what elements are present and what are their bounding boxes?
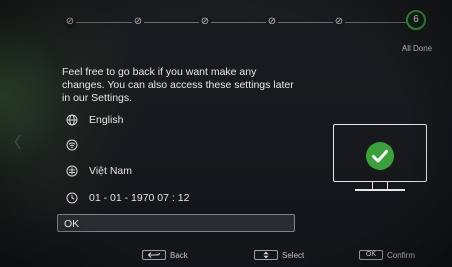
hint-back-label: Back [170, 250, 188, 260]
summary-language-row: English [66, 112, 123, 128]
clock-icon [66, 192, 78, 204]
back-arrow-glyph [147, 252, 160, 258]
hint-confirm: OK Confirm [359, 250, 415, 260]
up-down-icon [254, 250, 278, 260]
chevron-left-icon [14, 134, 21, 150]
globe-icon [66, 114, 78, 126]
step-1-check-icon: ⊘ [64, 16, 76, 28]
language-value: English [89, 114, 124, 126]
hint-confirm-label: Confirm [387, 250, 416, 260]
setup-complete-screen: ⊘ ⊘ ⊘ ⊘ ⊘ 6 All Done Feel free to go bac… [0, 0, 452, 267]
step-5-check-icon: ⊘ [333, 16, 345, 28]
wifi-icon [66, 139, 78, 151]
step-2-check-icon: ⊘ [132, 16, 144, 28]
up-down-glyph [263, 251, 269, 259]
hint-select-label: Select [282, 250, 305, 260]
ok-button[interactable]: OK [57, 214, 295, 232]
step-6-label: All Done [401, 44, 433, 53]
summary-network-row [66, 137, 89, 153]
back-arrow-icon [142, 250, 166, 260]
ok-key-icon: OK [359, 250, 383, 260]
summary-datetime-row: 01 - 01 - 1970 07 : 12 [66, 190, 189, 206]
monitor-check-icon [366, 142, 394, 170]
stepper-track [70, 22, 416, 23]
completion-message: Feel free to go back if you want make an… [62, 66, 294, 104]
step-6-active-indicator: 6 [406, 10, 426, 30]
datetime-value: 01 - 01 - 1970 07 : 12 [89, 192, 190, 204]
step-3-check-icon: ⊘ [199, 16, 211, 28]
hint-select: Select [254, 250, 304, 260]
summary-country-row: Việt Nam [66, 163, 132, 179]
country-value: Việt Nam [89, 165, 132, 177]
location-icon [66, 165, 78, 177]
hint-back: Back [142, 250, 188, 260]
monitor-stand [372, 181, 388, 189]
step-4-check-icon: ⊘ [266, 16, 278, 28]
monitor-base [355, 189, 405, 191]
